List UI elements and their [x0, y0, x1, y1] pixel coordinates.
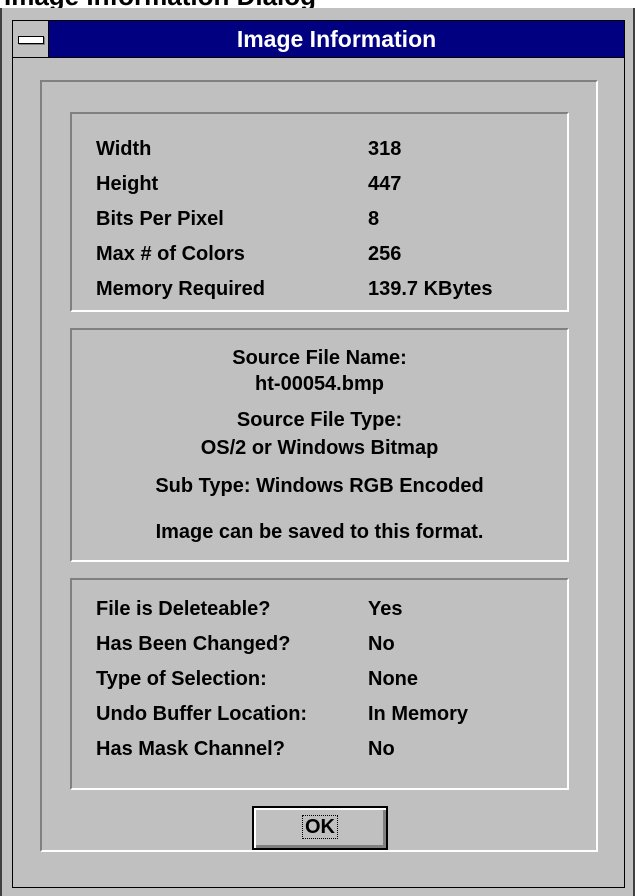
image-information-dialog: Image Information Width 318 Height 447 B…: [0, 8, 635, 896]
status-label-changed: Has Been Changed?: [96, 633, 291, 655]
stat-label-width: Width: [96, 138, 152, 160]
stat-value-max-colors: 256: [368, 243, 402, 265]
dialog-title: Image Information: [236, 26, 437, 52]
system-menu-button[interactable]: [13, 21, 49, 57]
status-value-changed: No: [368, 633, 395, 655]
source-file-name-value: ht-00054.bmp: [255, 373, 384, 395]
status-value-mask-channel: No: [368, 738, 395, 760]
stat-label-memory-required: Memory Required: [96, 278, 265, 300]
status-label-deleteable: File is Deleteable?: [96, 598, 271, 620]
background-window-title: Image Information Dialog: [0, 0, 635, 8]
status-label-selection-type: Type of Selection:: [96, 668, 267, 690]
source-file-type-value: OS/2 or Windows Bitmap: [200, 437, 439, 459]
stat-label-height: Height: [96, 173, 159, 195]
source-file-name-label: Source File Name:: [232, 347, 407, 369]
source-file-type-label: Source File Type:: [236, 409, 403, 431]
status-value-selection-type: None: [368, 668, 418, 690]
title-bar[interactable]: Image Information: [12, 20, 625, 58]
save-format-note: Image can be saved to this format.: [155, 521, 484, 543]
system-menu-icon: [18, 36, 44, 44]
sub-type-text: Sub Type: Windows RGB Encoded: [155, 475, 484, 497]
ok-button-label: OK: [302, 815, 338, 839]
stat-label-bits-per-pixel: Bits Per Pixel: [96, 208, 224, 230]
status-value-undo-buffer: In Memory: [368, 703, 469, 725]
stat-value-width: 318: [368, 138, 402, 160]
stat-value-height: 447: [368, 173, 402, 195]
source-file-panel: Source File Name: ht-00054.bmp Source Fi…: [70, 328, 569, 562]
stat-value-bits-per-pixel: 8: [368, 208, 380, 230]
image-stats-panel: Width 318 Height 447 Bits Per Pixel 8 Ma…: [70, 112, 569, 312]
stat-value-memory-required: 139.7 KBytes: [368, 278, 493, 300]
status-label-undo-buffer: Undo Buffer Location:: [96, 703, 308, 725]
stat-label-max-colors: Max # of Colors: [96, 243, 245, 265]
status-value-deleteable: Yes: [368, 598, 403, 620]
status-label-mask-channel: Has Mask Channel?: [96, 738, 285, 760]
ok-button[interactable]: OK: [252, 806, 388, 850]
file-status-panel: File is Deleteable? Yes Has Been Changed…: [70, 578, 569, 790]
